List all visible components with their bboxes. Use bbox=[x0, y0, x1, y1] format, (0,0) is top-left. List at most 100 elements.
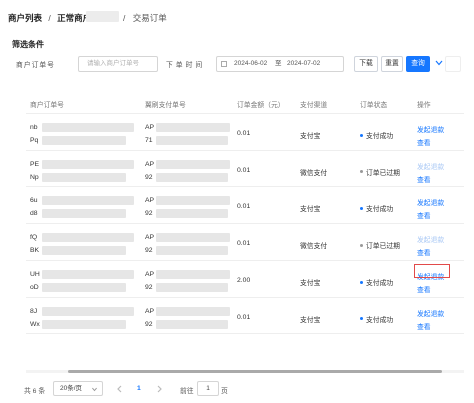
redacted-merchant-order bbox=[42, 306, 134, 316]
order-amount: 0.01 bbox=[237, 240, 251, 248]
view-button[interactable]: 查看 bbox=[417, 137, 431, 147]
view-button[interactable]: 查看 bbox=[417, 247, 431, 257]
redacted-pay-order bbox=[156, 159, 230, 169]
redacted-pay-order bbox=[156, 136, 228, 145]
page-suffix: 页 bbox=[221, 388, 228, 395]
view-button[interactable]: 查看 bbox=[417, 321, 431, 331]
breadcrumb-separator: / bbox=[48, 13, 51, 23]
merchant-order-number: UH bbox=[30, 270, 40, 278]
breadcrumb: 商户列表 / 正常商户 bbox=[8, 12, 91, 24]
date-range-separator: 至 bbox=[275, 60, 282, 67]
view-button[interactable]: 查看 bbox=[417, 284, 431, 294]
pay-order-number: AP bbox=[145, 234, 155, 242]
order-amount: 0.01 bbox=[237, 166, 251, 174]
status-dot-icon bbox=[360, 280, 363, 284]
current-page[interactable]: 1 bbox=[137, 385, 141, 392]
order-amount: 2.00 bbox=[237, 276, 251, 284]
merchant-order-number: Np bbox=[30, 173, 39, 181]
payment-channel: 支付宝 bbox=[300, 316, 321, 324]
column-header-amount: 订单金额（元） bbox=[237, 102, 285, 109]
page-size-select[interactable]: 20条/页 bbox=[53, 381, 103, 396]
merchant-order-number: 8J bbox=[30, 307, 38, 315]
status-dot-icon bbox=[360, 317, 363, 321]
merchant-order-number: d8 bbox=[30, 210, 38, 218]
merchant-order-number: 6u bbox=[30, 197, 38, 205]
refund-button[interactable]: 发起退款 bbox=[417, 308, 444, 318]
query-button[interactable]: 查询 bbox=[406, 56, 430, 72]
redacted-merchant-order bbox=[42, 136, 126, 145]
order-status-text: 支付成功 bbox=[366, 279, 394, 287]
order-time-label: 下单时间 bbox=[166, 62, 206, 69]
redacted-merchant-order bbox=[42, 172, 126, 182]
pay-order-number: 92 bbox=[145, 210, 153, 218]
merchant-order-number: nb bbox=[30, 124, 38, 131]
status-dot-icon bbox=[360, 207, 363, 211]
chevron-left-icon[interactable] bbox=[116, 385, 123, 393]
payment-channel: 支付宝 bbox=[300, 206, 321, 214]
breadcrumb-merchant-list[interactable]: 商户列表 bbox=[8, 13, 42, 23]
payment-channel: 支付宝 bbox=[300, 279, 321, 287]
view-button[interactable]: 查看 bbox=[417, 174, 431, 184]
pay-order-number: 92 bbox=[145, 247, 153, 255]
redacted-pay-order bbox=[156, 306, 230, 316]
refund-button[interactable]: 发起退款 bbox=[417, 124, 444, 134]
calendar-icon bbox=[221, 61, 227, 67]
redacted-merchant-order bbox=[42, 282, 126, 292]
column-header-merchant-order: 商户订单号 bbox=[30, 102, 64, 109]
order-status: 支付成功 bbox=[360, 130, 393, 140]
redacted-pay-order bbox=[156, 233, 230, 243]
redacted-merchant-order bbox=[42, 319, 126, 329]
column-header-status: 订单状态 bbox=[360, 102, 388, 109]
pay-order-number: 92 bbox=[145, 173, 153, 181]
pay-order-number: AP bbox=[145, 307, 155, 315]
order-status-text: 订单已过期 bbox=[366, 243, 400, 251]
redacted-pay-order bbox=[156, 269, 230, 279]
redacted-pay-order bbox=[156, 196, 230, 206]
merchant-order-number: oD bbox=[30, 283, 39, 291]
breadcrumb-separator: / bbox=[123, 13, 126, 23]
goto-page-input[interactable]: 1 bbox=[197, 381, 219, 396]
order-status-text: 支付成功 bbox=[366, 316, 394, 324]
filter-placeholder-input bbox=[445, 56, 461, 72]
merchant-order-number: PE bbox=[30, 160, 40, 168]
chevron-down-icon[interactable] bbox=[434, 58, 444, 68]
redacted-pay-order bbox=[156, 319, 228, 329]
column-header-action: 操作 bbox=[417, 102, 431, 109]
order-status: 支付成功 bbox=[360, 203, 393, 213]
order-status-text: 支付成功 bbox=[366, 206, 394, 214]
horizontal-scrollbar-thumb[interactable] bbox=[68, 370, 442, 373]
redacted-merchant-order bbox=[42, 233, 134, 243]
redacted-pay-order bbox=[156, 172, 228, 182]
redacted-pay-order bbox=[156, 246, 228, 256]
redacted-merchant-order bbox=[42, 196, 134, 206]
order-amount: 0.01 bbox=[237, 203, 251, 211]
row-divider bbox=[26, 333, 464, 335]
total-count: 共 6 条 bbox=[24, 388, 46, 395]
order-status: 订单已过期 bbox=[360, 167, 400, 177]
highlight-box bbox=[414, 264, 450, 278]
order-status-text: 订单已过期 bbox=[366, 169, 400, 177]
date-range-picker[interactable]: 2024-06-02 至 2024-07-02 bbox=[216, 56, 344, 72]
date-end: 2024-07-02 bbox=[287, 60, 321, 67]
chevron-down-icon bbox=[91, 385, 98, 392]
reset-button[interactable]: 重置 bbox=[381, 56, 403, 72]
merchant-order-input[interactable]: 请输入商户订单号 bbox=[78, 56, 158, 72]
redacted-pay-order bbox=[156, 209, 228, 219]
redacted-merchant-order bbox=[42, 246, 126, 256]
refund-button: 发起退款 bbox=[417, 163, 445, 171]
chevron-right-icon[interactable] bbox=[156, 385, 163, 393]
status-dot-icon bbox=[360, 133, 363, 137]
pay-order-number: AP bbox=[145, 160, 155, 168]
download-button[interactable]: 下载 bbox=[354, 56, 378, 72]
pay-order-number: 92 bbox=[145, 283, 153, 291]
refund-button: 发起退款 bbox=[417, 237, 445, 245]
pay-order-number: AP bbox=[145, 124, 155, 131]
pay-order-number: 92 bbox=[145, 320, 153, 328]
view-button[interactable]: 查看 bbox=[417, 210, 431, 220]
refund-button[interactable]: 发起退款 bbox=[417, 197, 444, 207]
merchant-order-number: Wx bbox=[30, 320, 40, 328]
redacted-pay-order bbox=[156, 123, 230, 132]
redacted-pay-order bbox=[156, 282, 228, 292]
order-status: 支付成功 bbox=[360, 314, 393, 324]
breadcrumb-current: / 交易订单 bbox=[123, 12, 167, 24]
